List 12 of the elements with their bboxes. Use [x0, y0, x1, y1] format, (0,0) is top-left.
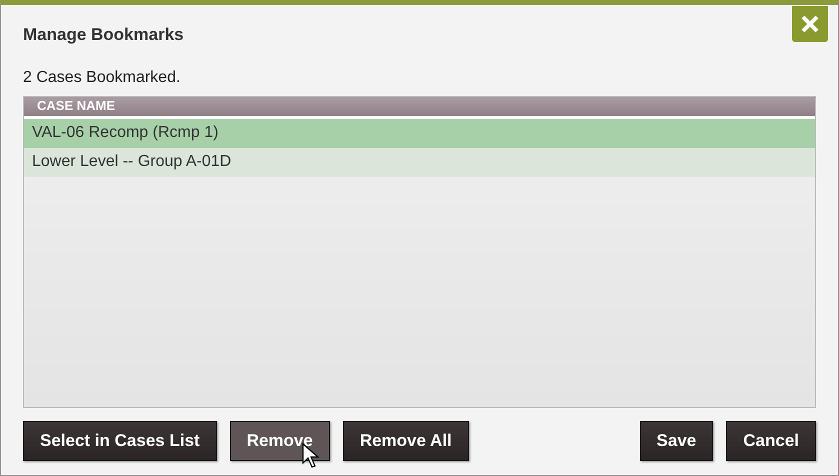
dialog-button[interactable]: Save	[640, 420, 714, 460]
dialog-title: Manage Bookmarks	[23, 24, 184, 46]
case-row[interactable]: Lower Level -- Group A-01D	[24, 148, 815, 176]
dialog-button[interactable]: Remove All	[342, 420, 469, 460]
close-icon	[801, 15, 819, 33]
dialog-button[interactable]: Remove	[230, 420, 330, 460]
dialog-button[interactable]: Cancel	[726, 420, 816, 460]
dialog-button[interactable]: Select in Cases List	[23, 420, 217, 460]
close-button[interactable]	[792, 6, 828, 42]
column-header: CASE NAME	[24, 96, 815, 118]
bookmark-count: 2 Cases Bookmarked.	[23, 68, 180, 88]
case-row[interactable]: VAL-06 Recomp (Rcmp 1)	[24, 118, 815, 148]
